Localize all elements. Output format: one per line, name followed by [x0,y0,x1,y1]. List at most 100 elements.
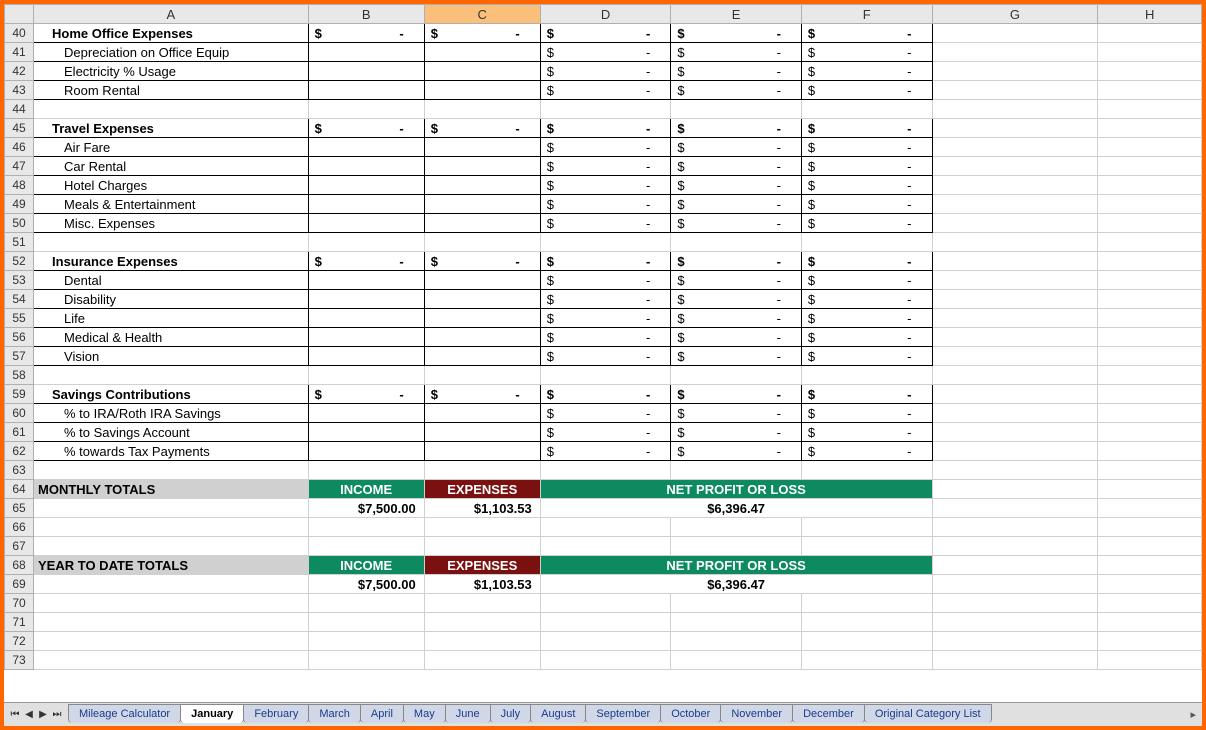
row-header[interactable]: 46 [5,138,34,157]
cell[interactable] [932,480,1098,499]
money-cell[interactable]: $- [801,81,932,100]
cell[interactable] [424,62,540,81]
cell[interactable] [308,328,424,347]
expenses-value[interactable]: $1,103.53 [424,499,540,518]
cell[interactable] [671,613,802,632]
money-cell[interactable]: $- [671,385,802,404]
cell[interactable] [424,43,540,62]
cell[interactable] [1098,214,1202,233]
cell[interactable] [671,366,802,385]
money-cell[interactable]: $- [671,119,802,138]
cell[interactable] [932,157,1098,176]
totals-label[interactable]: YEAR TO DATE TOTALS [34,556,309,575]
category-label[interactable]: Room Rental [34,81,309,100]
cell[interactable] [424,404,540,423]
expenses-value[interactable]: $1,103.53 [424,575,540,594]
money-cell[interactable]: $- [671,328,802,347]
money-cell[interactable]: $- [540,214,671,233]
money-cell[interactable]: $- [671,138,802,157]
tab-nav-next-icon[interactable]: ▶ [36,708,50,722]
cell[interactable] [424,442,540,461]
cell[interactable] [932,43,1098,62]
money-cell[interactable]: $- [540,138,671,157]
cell[interactable] [34,366,309,385]
row-header[interactable]: 55 [5,309,34,328]
col-header-H[interactable]: H [1098,5,1202,24]
cell[interactable] [801,461,932,480]
row-header[interactable]: 69 [5,575,34,594]
cell[interactable] [540,461,671,480]
cell[interactable] [34,613,309,632]
cell[interactable] [424,157,540,176]
row-header[interactable]: 48 [5,176,34,195]
cell[interactable] [424,309,540,328]
net-header[interactable]: NET PROFIT OR LOSS [540,556,932,575]
cell[interactable] [932,328,1098,347]
tab-nav-prev-icon[interactable]: ◀ [22,708,36,722]
cell[interactable] [671,537,802,556]
sheet-tab-october[interactable]: October [660,704,721,723]
money-cell[interactable]: $- [540,157,671,176]
money-cell[interactable]: $- [671,157,802,176]
money-cell[interactable]: $- [671,423,802,442]
money-cell[interactable]: $- [540,385,671,404]
col-header-D[interactable]: D [540,5,671,24]
cell[interactable] [424,651,540,670]
cell[interactable] [1098,328,1202,347]
category-label[interactable]: Air Fare [34,138,309,157]
cell[interactable] [308,157,424,176]
cell[interactable] [932,309,1098,328]
cell[interactable] [932,556,1098,575]
category-label[interactable]: Dental [34,271,309,290]
money-cell[interactable]: $- [540,81,671,100]
money-cell[interactable]: $- [308,119,424,138]
cell[interactable] [932,518,1098,537]
money-cell[interactable]: $- [801,43,932,62]
cell[interactable] [34,233,309,252]
cell[interactable] [932,423,1098,442]
category-label[interactable]: % to IRA/Roth IRA Savings [34,404,309,423]
cell[interactable] [424,138,540,157]
cell[interactable] [1098,442,1202,461]
cell[interactable] [932,176,1098,195]
row-header[interactable]: 63 [5,461,34,480]
cell[interactable] [932,233,1098,252]
row-header[interactable]: 66 [5,518,34,537]
cell[interactable] [424,537,540,556]
cell[interactable] [1098,252,1202,271]
cell[interactable] [932,537,1098,556]
cell[interactable] [932,575,1098,594]
category-label[interactable]: % to Savings Account [34,423,309,442]
cell[interactable] [424,290,540,309]
money-cell[interactable]: $- [424,252,540,271]
category-label[interactable]: Home Office Expenses [34,24,309,43]
money-cell[interactable]: $- [540,442,671,461]
cell[interactable] [308,62,424,81]
cell[interactable] [34,518,309,537]
sheet-tab-august[interactable]: August [530,704,586,723]
cell[interactable] [1098,347,1202,366]
sheet-tab-march[interactable]: March [308,704,361,723]
money-cell[interactable]: $- [540,176,671,195]
row-header[interactable]: 60 [5,404,34,423]
cell[interactable] [801,537,932,556]
money-cell[interactable]: $- [801,328,932,347]
expenses-header[interactable]: EXPENSES [424,480,540,499]
cell[interactable] [801,613,932,632]
money-cell[interactable]: $- [801,214,932,233]
cell[interactable] [1098,24,1202,43]
cell[interactable] [671,632,802,651]
cell[interactable] [34,651,309,670]
cell[interactable] [1098,594,1202,613]
cell[interactable] [932,499,1098,518]
cell[interactable] [540,651,671,670]
money-cell[interactable]: $- [671,290,802,309]
cell[interactable] [34,461,309,480]
cell[interactable] [540,518,671,537]
net-header[interactable]: NET PROFIT OR LOSS [540,480,932,499]
cell[interactable] [801,594,932,613]
cell[interactable] [1098,290,1202,309]
money-cell[interactable]: $- [540,423,671,442]
sheet-tab-may[interactable]: May [403,704,446,723]
cell[interactable] [1098,404,1202,423]
